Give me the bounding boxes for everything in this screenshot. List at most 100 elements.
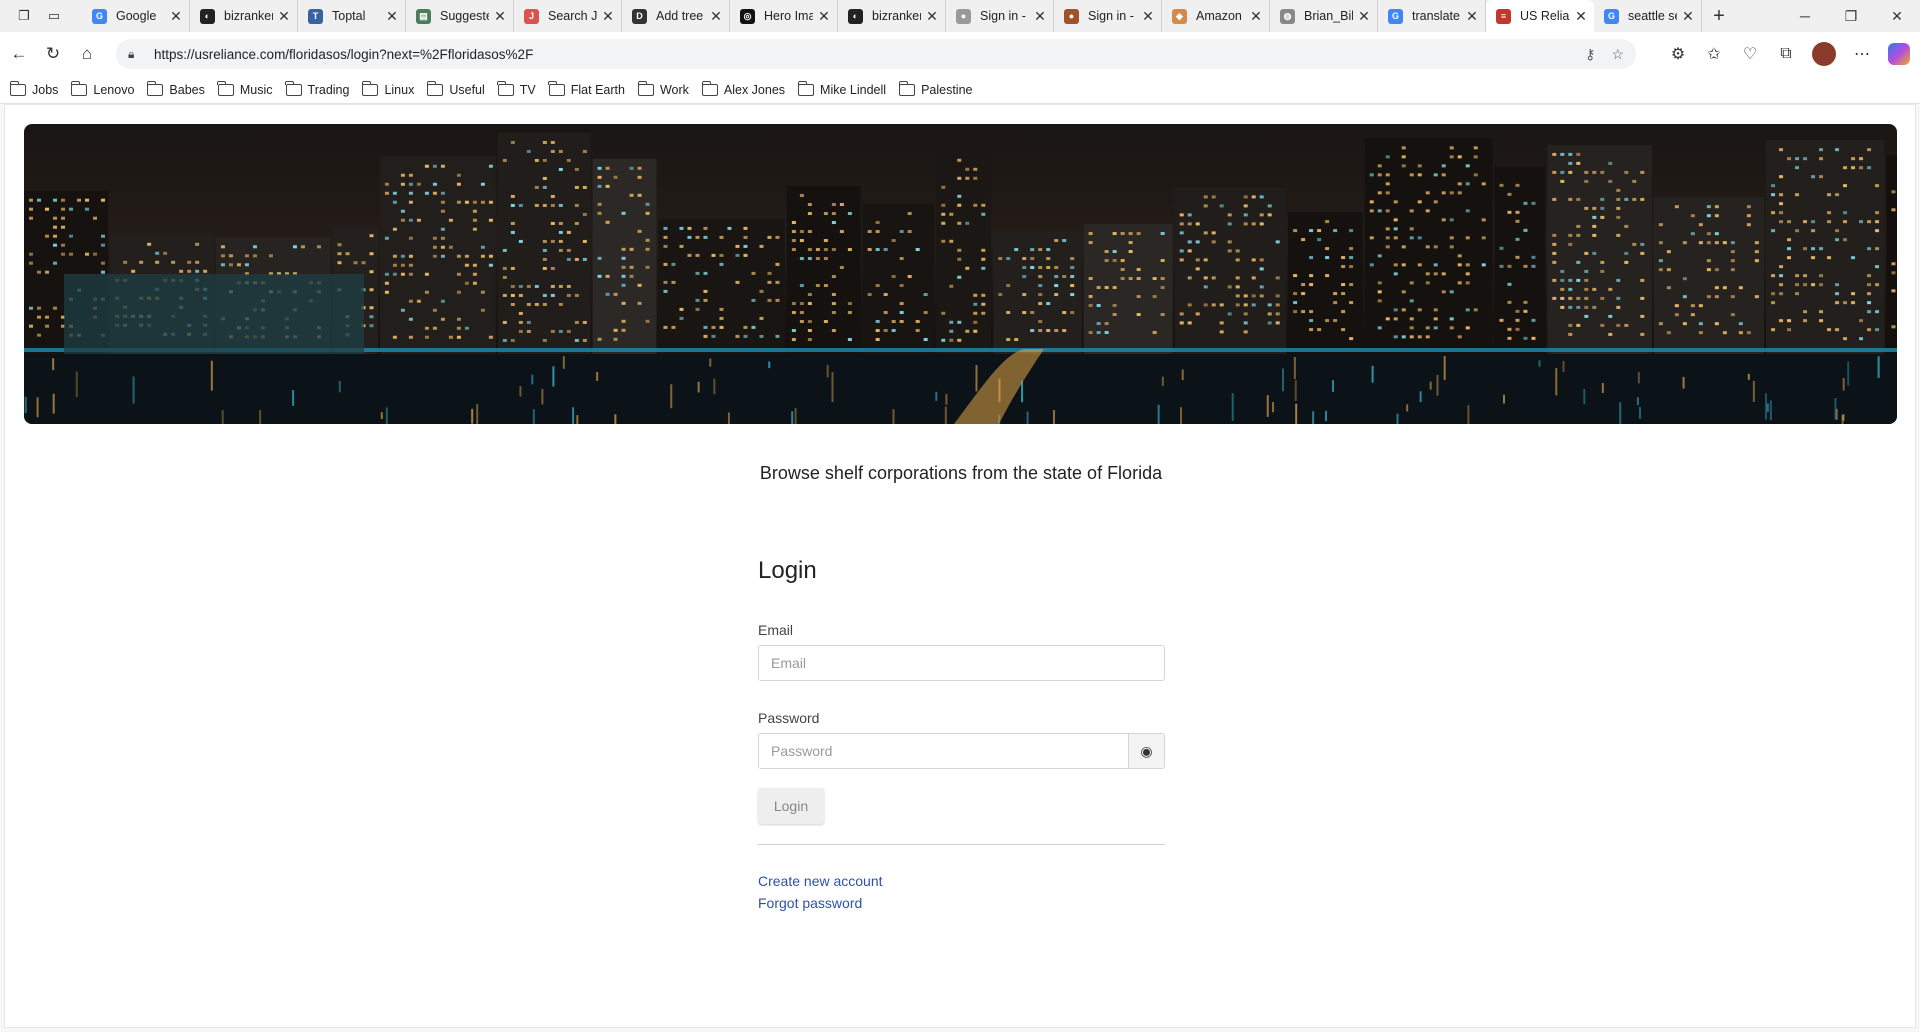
close-tab-icon[interactable]: ✕ (1033, 8, 1047, 25)
password-key-icon[interactable]: ⚷ (1585, 46, 1595, 63)
new-tab-button[interactable]: + (1702, 5, 1736, 28)
profile-avatar[interactable] (1812, 42, 1836, 66)
close-tab-icon[interactable]: ✕ (1465, 8, 1479, 25)
browser-tab[interactable]: J Search Jc ✕ (514, 0, 622, 32)
bookmark-folder[interactable]: Useful (426, 80, 485, 97)
folder-icon (426, 80, 444, 96)
collections-icon[interactable]: ⧉ (1776, 45, 1796, 63)
bookmarks-bar: Jobs Lenovo Babes Music Trading Linux Useful TV… (0, 76, 1920, 104)
copilot-icon[interactable] (1888, 43, 1910, 65)
close-window-icon[interactable]: ✕ (1874, 0, 1920, 32)
folder-icon (898, 80, 916, 96)
workspaces-icon[interactable]: ❐ (16, 8, 32, 24)
tab-title: US Relian (1520, 9, 1570, 23)
bookmark-label: Alex Jones (723, 82, 786, 97)
close-tab-icon[interactable]: ✕ (493, 8, 507, 25)
close-tab-icon[interactable]: ✕ (925, 8, 939, 25)
bookmark-folder[interactable]: Jobs (9, 80, 59, 97)
bookmark-label: Trading (307, 82, 350, 97)
tab-actions-icon[interactable]: ▭ (46, 8, 62, 24)
bookmark-folder[interactable]: Trading (285, 80, 350, 97)
tab-strip-controls: ❐ ▭ (0, 8, 82, 24)
browser-tab[interactable]: G Google ✕ (82, 0, 190, 32)
search-job-icon: J (524, 8, 539, 24)
close-tab-icon[interactable]: ✕ (709, 8, 723, 25)
browser-tab[interactable]: ◐ bizranker ✕ (190, 0, 298, 32)
lock-icon[interactable]: 🔒︎ (128, 47, 144, 62)
close-tab-icon[interactable]: ✕ (601, 8, 615, 25)
restore-icon[interactable]: ❐ (1828, 0, 1874, 32)
login-form: Login Email Password ◉ Login Create new … (758, 557, 1165, 914)
bookmark-label: Useful (449, 82, 485, 97)
favorite-star-icon[interactable]: ☆ (1611, 46, 1624, 63)
favorites-icon[interactable]: ✩ (1704, 44, 1724, 64)
window-controls: ─ ❐ ✕ (1782, 0, 1920, 32)
tab-title: Amazon (1196, 9, 1242, 23)
folder-icon (9, 80, 26, 96)
bookmark-label: Mike Lindell (820, 82, 887, 97)
browser-tab[interactable]: ● Sign in - ✕ (1054, 0, 1162, 32)
bookmark-folder[interactable]: Linux (362, 80, 414, 97)
close-tab-icon[interactable]: ✕ (1574, 8, 1588, 25)
bookmark-folder[interactable]: Flat Earth (548, 80, 625, 97)
browser-tab[interactable]: ▤ Suggeste ✕ (406, 0, 514, 32)
amazon-icon: ◆ (1172, 8, 1187, 24)
tab-title: Google (116, 9, 157, 23)
password-input[interactable] (759, 734, 1128, 768)
close-tab-icon[interactable]: ✕ (385, 8, 399, 25)
browser-tab[interactable]: Gseattle se ✕ (1594, 0, 1702, 32)
browser-tab[interactable]: ◐ bizranker ✕ (838, 0, 946, 32)
globe-icon: ◍ (1280, 8, 1295, 24)
minimize-icon[interactable]: ─ (1782, 0, 1828, 32)
close-tab-icon[interactable]: ✕ (1141, 8, 1155, 25)
browser-tab[interactable]: D Add tree ✕ (622, 0, 730, 32)
show-password-eye-icon[interactable]: ◉ (1128, 734, 1164, 768)
google-icon: G (1604, 8, 1619, 24)
url-text[interactable]: https://usreliance.com/floridasos/login?… (154, 47, 1569, 62)
bookmark-label: Palestine (921, 82, 973, 97)
avatar-icon: ● (956, 8, 971, 24)
bookmark-folder[interactable]: Mike Lindell (797, 80, 887, 97)
close-tab-icon[interactable]: ✕ (817, 8, 831, 25)
bookmark-folder[interactable]: Babes (147, 80, 205, 97)
bookmark-folder[interactable]: Palestine (898, 80, 973, 97)
tab-title: Add tree (656, 9, 704, 23)
browser-tab[interactable]: Gtranslate ✕ (1378, 0, 1486, 32)
account-links: Create new account Forgot password (758, 870, 1165, 914)
browser-tab[interactable]: ◍ Brian_Bil ✕ (1270, 0, 1378, 32)
folder-icon (71, 80, 88, 96)
close-tab-icon[interactable]: ✕ (277, 8, 291, 25)
home-icon[interactable]: ⌂ (72, 44, 102, 64)
folder-icon (637, 80, 654, 96)
more-menu-icon[interactable]: ⋯ (1852, 44, 1872, 64)
forgot-password-link[interactable]: Forgot password (758, 892, 1165, 914)
close-tab-icon[interactable]: ✕ (169, 8, 183, 25)
browser-tab[interactable]: ◎ Hero Ima ✕ (730, 0, 838, 32)
bookmark-folder[interactable]: TV (497, 80, 536, 97)
address-bar[interactable]: 🔒︎ https://usreliance.com/floridasos/log… (116, 39, 1636, 69)
refresh-icon[interactable]: ↻ (38, 44, 68, 64)
bookmark-folder[interactable]: Lenovo (71, 80, 134, 97)
us-flag-icon: ≡ (1496, 8, 1511, 24)
browser-tab[interactable]: ● Sign in - ✕ (946, 0, 1054, 32)
hero-banner-city-night (24, 124, 1897, 424)
browser-tab[interactable]: T Toptal ✕ (298, 0, 406, 32)
back-icon[interactable]: ← (4, 44, 34, 64)
bookmark-folder[interactable]: Work (637, 80, 689, 97)
email-field-wrapper (758, 645, 1165, 681)
browser-tab[interactable]: ◆ Amazon ✕ (1162, 0, 1270, 32)
browser-tab[interactable]: ≡ US Relian ✕ (1486, 0, 1594, 32)
create-account-link[interactable]: Create new account (758, 870, 1165, 892)
google-icon: G (1388, 8, 1403, 24)
close-tab-icon[interactable]: ✕ (1249, 8, 1263, 25)
extensions-icon[interactable]: ⚙ (1668, 44, 1688, 64)
email-input[interactable] (759, 646, 1164, 680)
bookmark-folder[interactable]: Alex Jones (701, 80, 786, 97)
bookmark-folder[interactable]: Music (217, 80, 273, 97)
login-button[interactable]: Login (758, 788, 824, 824)
browser-essentials-icon[interactable]: ♡ (1740, 44, 1760, 64)
tab-list: G Google ✕ ◐ bizranker ✕ T Toptal ✕ ▤ Suggeste ✕ J Se… (82, 0, 1702, 32)
bookmark-label: Jobs (32, 82, 59, 97)
close-tab-icon[interactable]: ✕ (1681, 8, 1695, 25)
close-tab-icon[interactable]: ✕ (1357, 8, 1371, 25)
